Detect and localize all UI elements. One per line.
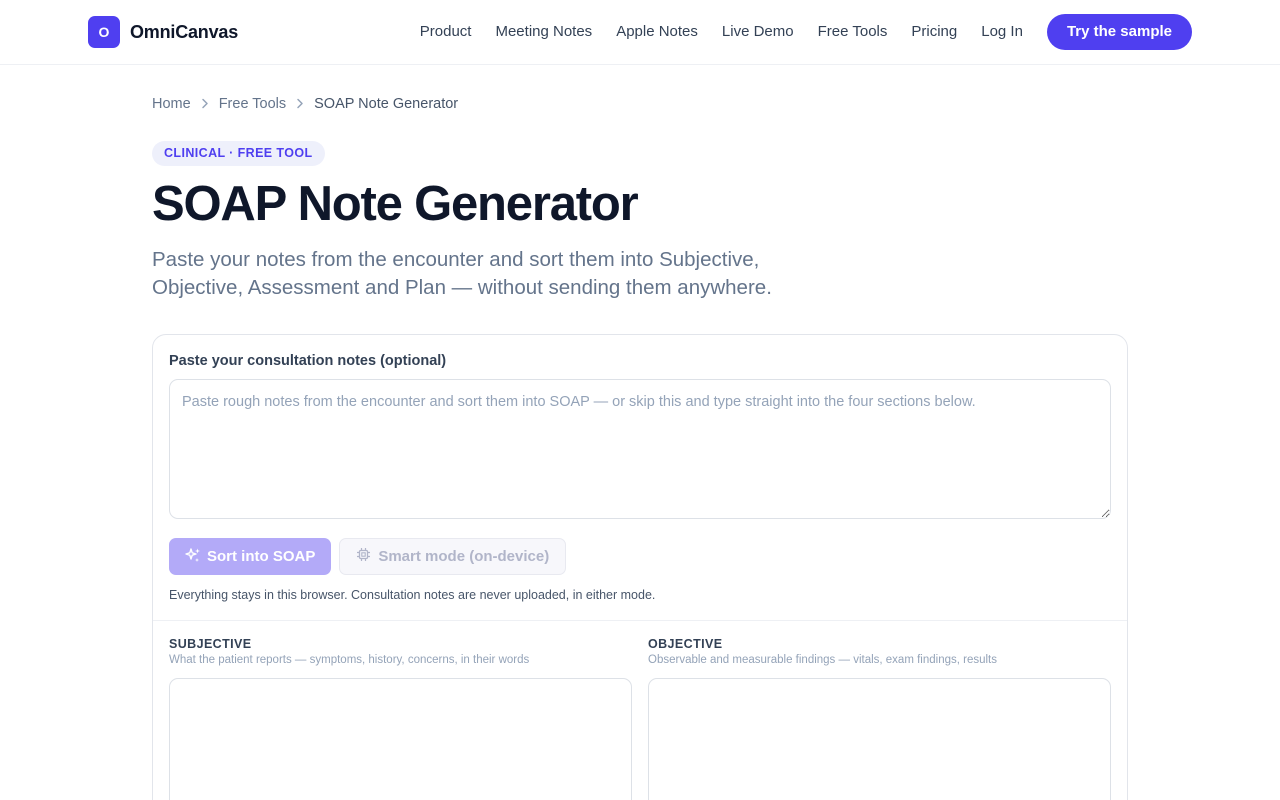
soap-tool-card: Paste your consultation notes (optional)… (152, 334, 1128, 800)
brand-name: OmniCanvas (130, 21, 239, 42)
smart-mode-label: Smart mode (on-device) (378, 548, 550, 565)
objective-description: Observable and measurable findings — vit… (648, 654, 998, 666)
notes-label: Paste your consultation notes (optional) (169, 353, 447, 369)
subjective-input[interactable] (169, 678, 632, 800)
sparkles-icon (185, 547, 201, 567)
objective-title: OBJECTIVE (648, 637, 723, 651)
objective-section: OBJECTIVE Observable and measurable find… (648, 637, 1111, 800)
top-navigation-bar: O OmniCanvas Product Meeting Notes Apple… (0, 0, 1280, 65)
subjective-description: What the patient reports — symptoms, his… (169, 654, 530, 666)
breadcrumb-current: SOAP Note Generator (314, 96, 459, 112)
page-lead: Paste your notes from the encounter and … (152, 248, 772, 299)
sort-into-soap-button[interactable]: Sort into SOAP (169, 538, 332, 575)
nav-link-product[interactable]: Product (420, 14, 472, 50)
nav-link-apple-notes[interactable]: Apple Notes (616, 14, 698, 50)
nav-link-live-demo[interactable]: Live Demo (722, 14, 794, 50)
objective-input[interactable] (648, 678, 1111, 800)
nav-link-free-tools[interactable]: Free Tools (818, 14, 888, 50)
page-title: SOAP Note Generator (152, 177, 639, 231)
consultation-notes-input[interactable] (169, 379, 1111, 519)
subjective-title: SUBJECTIVE (169, 637, 252, 651)
privacy-hint: Everything stays in this browser. Consul… (169, 588, 656, 602)
chevron-right-icon (296, 97, 304, 112)
category-badge: CLINICAL · FREE TOOL (152, 141, 325, 166)
action-buttons: Sort into SOAP Smart mode (on-device) (169, 538, 567, 575)
nav-link-pricing[interactable]: Pricing (911, 14, 957, 50)
try-sample-button[interactable]: Try the sample (1046, 14, 1192, 50)
brand-mark-icon: O (88, 16, 120, 48)
subjective-section: SUBJECTIVE What the patient reports — sy… (169, 637, 632, 800)
breadcrumb-home[interactable]: Home (152, 96, 191, 112)
smart-mode-button[interactable]: Smart mode (on-device) (339, 538, 567, 575)
chip-icon (356, 547, 371, 566)
main-nav: Product Meeting Notes Apple Notes Live D… (396, 14, 1192, 50)
nav-link-log-in[interactable]: Log In (981, 14, 1023, 50)
sort-button-label: Sort into SOAP (207, 548, 316, 565)
chevron-right-icon (201, 97, 209, 112)
breadcrumb: Home Free Tools SOAP Note Generator (152, 96, 458, 112)
brand-logo-link[interactable]: O OmniCanvas (88, 16, 238, 48)
breadcrumb-free-tools[interactable]: Free Tools (219, 96, 286, 112)
divider (153, 620, 1127, 621)
nav-link-meeting-notes[interactable]: Meeting Notes (495, 14, 592, 50)
